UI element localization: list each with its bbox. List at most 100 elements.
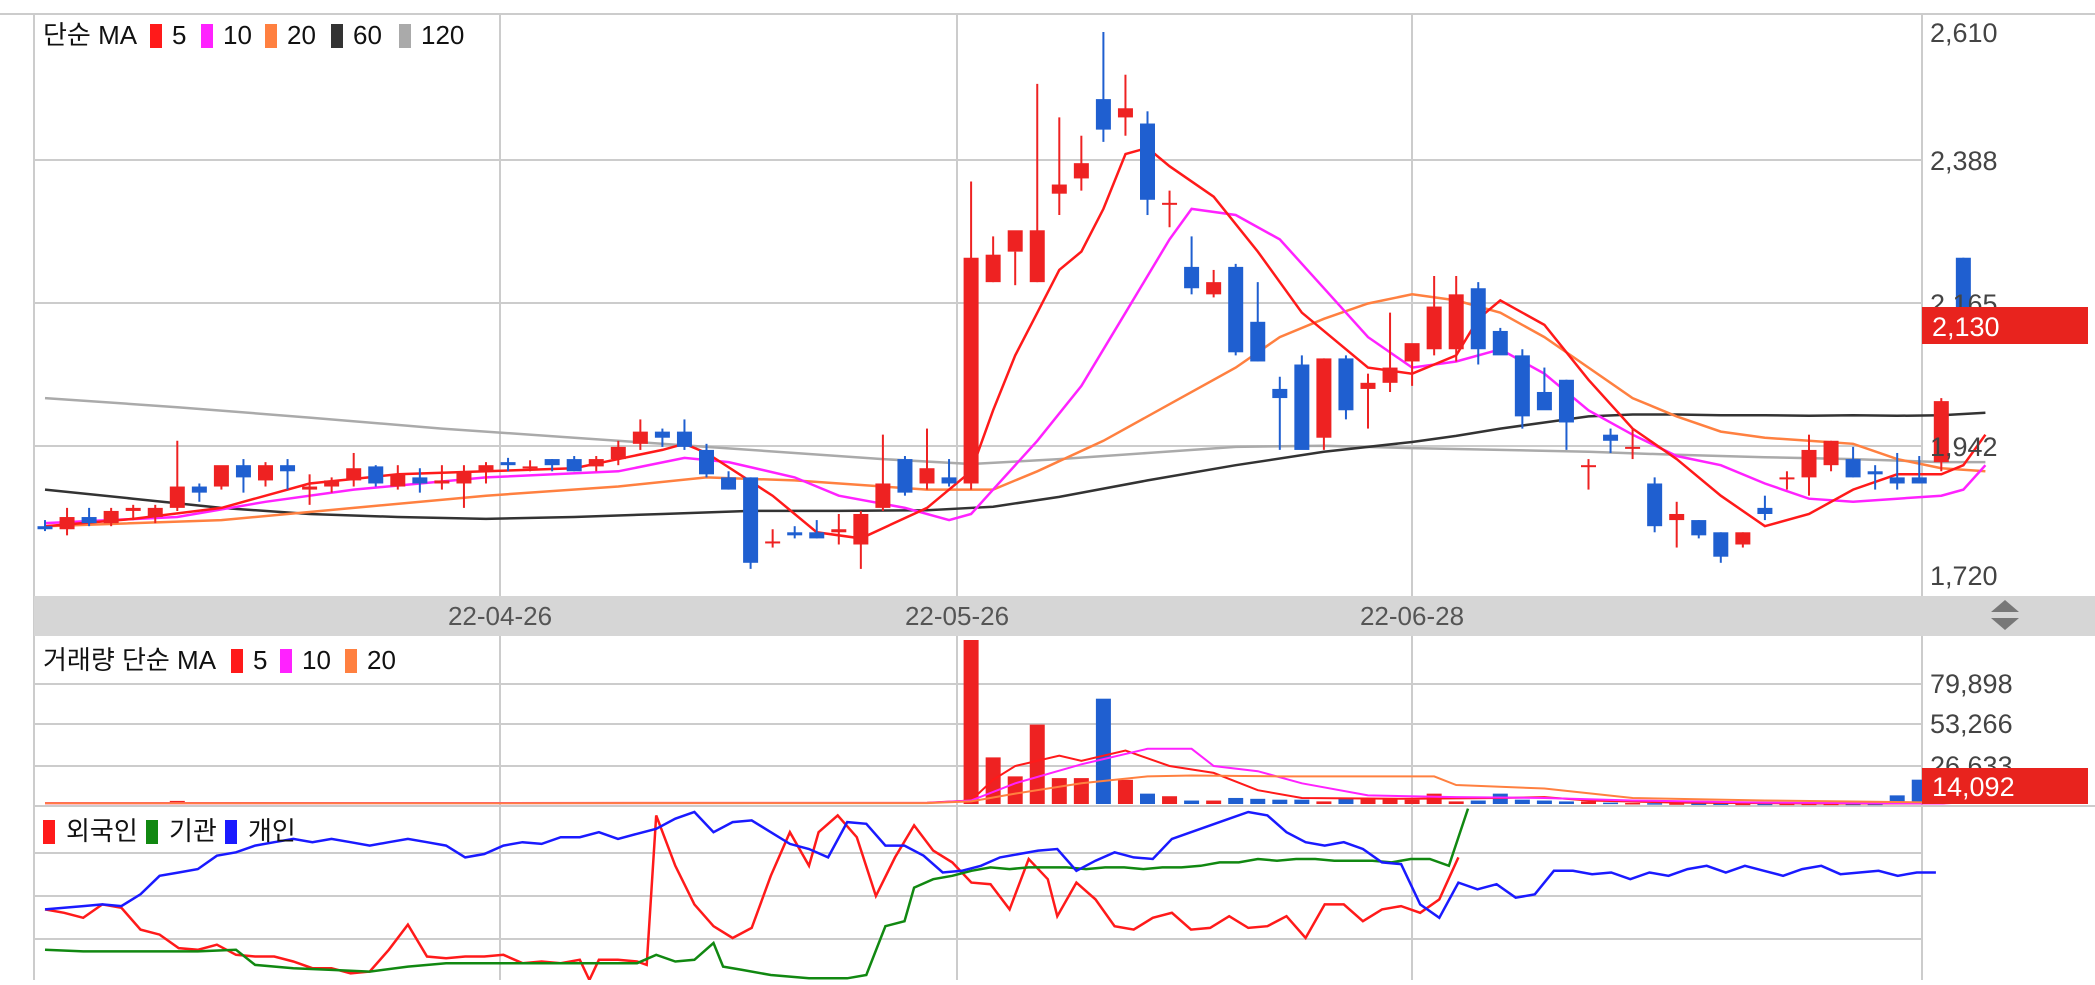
- candle-body: [654, 431, 670, 438]
- volume-bar[interactable]: [1404, 799, 1420, 804]
- price-tick-label: 1,720: [1930, 561, 1998, 591]
- chart-canvas[interactable]: 2,610 2,388 2,165 1,942 1,720 2,130 22-0…: [0, 0, 2095, 983]
- candle-body: [390, 474, 406, 487]
- candle-body: [676, 431, 692, 447]
- candle-body: [699, 449, 714, 475]
- volume-bar[interactable]: [1272, 799, 1288, 804]
- candle-body: [1514, 355, 1530, 417]
- candle-body: [1558, 379, 1574, 423]
- candle-body: [500, 462, 516, 466]
- individual-swatch: [225, 820, 237, 844]
- candle[interactable]: [368, 465, 384, 487]
- candle[interactable]: [1228, 263, 1244, 356]
- candle[interactable]: [1338, 355, 1354, 420]
- volume-bar[interactable]: [1360, 798, 1376, 804]
- candle-body: [721, 477, 737, 490]
- volume-bar[interactable]: [1051, 778, 1067, 804]
- volume-bar[interactable]: [1514, 799, 1530, 804]
- candle-body: [522, 466, 538, 469]
- volume-bar[interactable]: [1581, 801, 1596, 804]
- candle[interactable]: [213, 465, 229, 490]
- volume-bar[interactable]: [1316, 801, 1332, 804]
- candle-body: [809, 532, 825, 539]
- candle-body: [1117, 108, 1133, 118]
- volume-bar[interactable]: [1603, 802, 1619, 805]
- candle-body: [1470, 288, 1486, 350]
- candle[interactable]: [897, 456, 913, 496]
- candle-body: [1206, 282, 1222, 295]
- candle-body: [1294, 364, 1310, 450]
- vma5-swatch: [231, 649, 243, 673]
- candle-body: [1250, 321, 1266, 362]
- candle-body: [169, 486, 185, 508]
- candle-body: [985, 254, 1001, 283]
- current-price-label: 2,130: [1932, 312, 2000, 342]
- current-volume-label: 14,092: [1932, 772, 2015, 802]
- volume-bar[interactable]: [1007, 776, 1023, 804]
- volume-bar[interactable]: [1294, 799, 1310, 804]
- candle[interactable]: [1492, 327, 1508, 356]
- volume-tick-label: 79,898: [1930, 669, 2013, 699]
- price-tick-label: 2,388: [1930, 146, 1998, 176]
- volume-bar[interactable]: [1448, 801, 1464, 804]
- investor-legend: 외국인 기관 개인: [43, 816, 296, 846]
- price-legend-title: 단순 MA: [43, 20, 138, 50]
- ma5-swatch: [150, 24, 162, 48]
- candle-body: [37, 526, 53, 530]
- candle[interactable]: [1140, 111, 1155, 216]
- volume-bar[interactable]: [1029, 724, 1045, 804]
- candle-body: [81, 517, 97, 524]
- vma10-label: 10: [302, 645, 331, 675]
- candle-body: [1735, 532, 1751, 545]
- candle-body: [1911, 477, 1927, 484]
- candle[interactable]: [1647, 477, 1663, 533]
- volume-bar[interactable]: [1206, 800, 1222, 804]
- date-label: 22-05-26: [905, 601, 1009, 631]
- volume-bar[interactable]: [1558, 801, 1574, 804]
- individual-label: 개인: [248, 816, 296, 846]
- candle-body: [831, 529, 847, 533]
- volume-bar[interactable]: [963, 640, 979, 804]
- volume-bar[interactable]: [1117, 779, 1133, 804]
- candle-body: [213, 465, 229, 487]
- candle-body: [59, 517, 75, 530]
- volume-bar[interactable]: [1228, 797, 1244, 804]
- volume-legend-title: 거래량 단순 MA: [43, 645, 217, 675]
- ma5-label: 5: [172, 20, 186, 50]
- volume-axis: 79,898 53,266 26,633: [1930, 669, 2013, 781]
- candle[interactable]: [743, 477, 759, 569]
- volume-bar[interactable]: [1536, 800, 1552, 804]
- candle-body: [1316, 358, 1332, 438]
- vma20-label: 20: [367, 645, 396, 675]
- volume-bar[interactable]: [1470, 800, 1486, 804]
- candle-body: [1228, 266, 1244, 353]
- vma10-swatch: [280, 649, 292, 673]
- candle[interactable]: [1316, 358, 1332, 450]
- candle-body: [1867, 471, 1883, 475]
- date-label: 22-04-26: [448, 601, 552, 631]
- volume-bar[interactable]: [1095, 698, 1111, 804]
- candle-body: [1581, 465, 1596, 468]
- candle-body: [1492, 330, 1508, 356]
- volume-bar[interactable]: [1250, 798, 1266, 804]
- candle-body: [1603, 434, 1619, 441]
- volume-bar[interactable]: [1162, 796, 1178, 804]
- volume-bar[interactable]: [1184, 800, 1200, 804]
- candle-body: [1757, 507, 1773, 514]
- candle-body: [1801, 449, 1817, 478]
- candle-body: [1184, 266, 1200, 289]
- candle-body: [324, 480, 340, 487]
- candle[interactable]: [1294, 355, 1310, 450]
- foreign-swatch: [43, 820, 55, 844]
- candle-body: [765, 541, 781, 544]
- candle-body: [456, 471, 472, 484]
- institution-swatch: [146, 820, 158, 844]
- candle-body: [875, 483, 891, 508]
- volume-bar[interactable]: [1140, 793, 1155, 804]
- candle-body: [941, 477, 957, 484]
- price-tick-label: 2,610: [1930, 18, 1998, 48]
- volume-bar[interactable]: [1647, 803, 1663, 805]
- volume-tick-label: 53,266: [1930, 709, 2013, 739]
- volume-bar[interactable]: [1625, 802, 1641, 805]
- candle-body: [1823, 440, 1839, 466]
